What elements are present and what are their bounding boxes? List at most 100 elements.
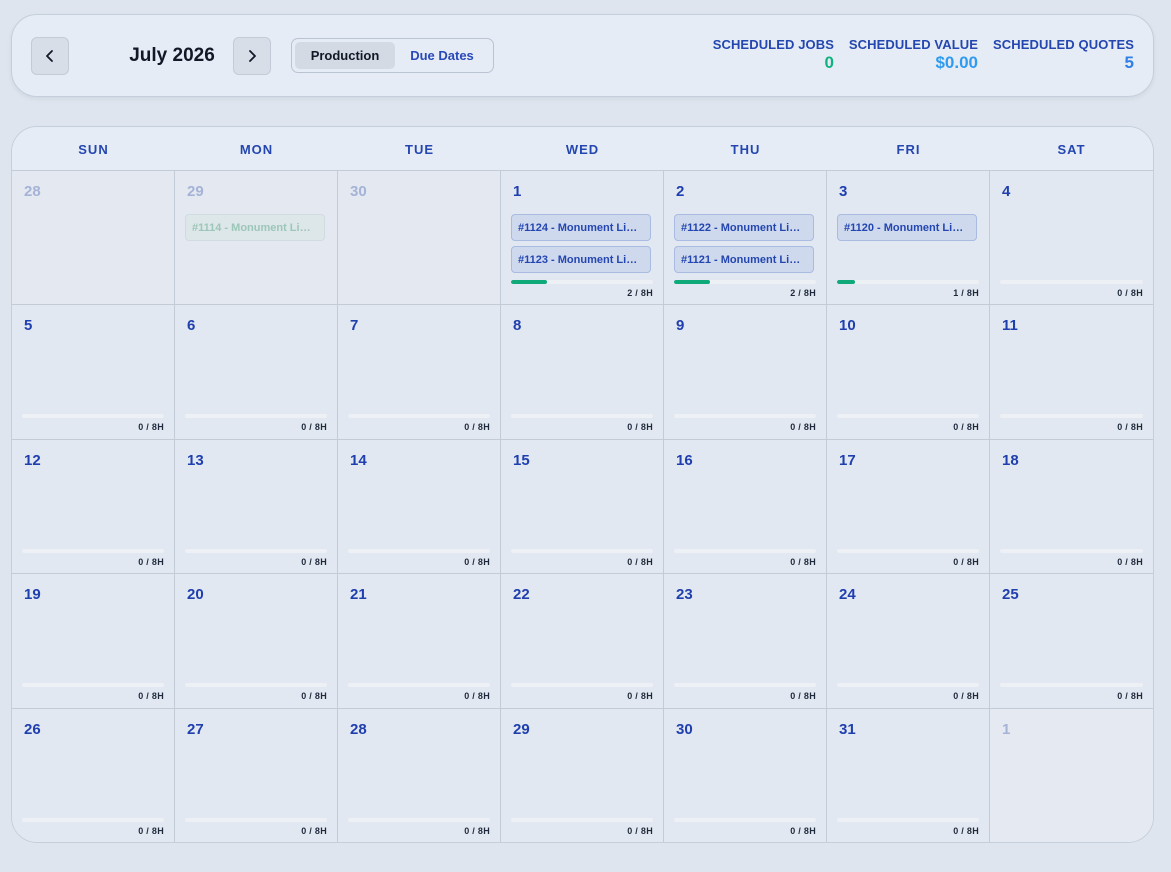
job-chip[interactable]: #1120 - Monument Limestone <box>837 214 977 241</box>
day-cell[interactable]: 14 0 / 8H <box>338 439 501 575</box>
day-cell[interactable]: 28 0 / 8H <box>338 708 501 842</box>
day-number: 30 <box>676 720 693 738</box>
stat-value: 5 <box>1124 53 1134 72</box>
day-cell[interactable]: 28 <box>12 171 175 306</box>
day-cell[interactable]: 1 #1124 - Monument Limestone #1123 - Monum… <box>501 171 664 306</box>
stat-label: SCHEDULED QUOTES <box>992 37 1134 52</box>
day-cell[interactable]: 16 0 / 8H <box>664 439 827 575</box>
day-cell[interactable]: 9 0 / 8H <box>664 305 827 440</box>
capacity-text: 0 / 8H <box>953 556 979 567</box>
next-month-button[interactable] <box>233 37 271 75</box>
job-chip-label: #1123 - Monument Limestone <box>518 253 644 266</box>
capacity-bar <box>185 548 327 553</box>
capacity-fill <box>837 280 855 284</box>
day-cell[interactable]: 12 0 / 8H <box>12 439 175 575</box>
day-cell[interactable]: 23 0 / 8H <box>664 574 827 709</box>
day-number: 3 <box>839 183 848 200</box>
day-cell[interactable]: 31 0 / 8H <box>827 708 990 842</box>
day-cell[interactable]: 3 #1120 - Monument Limestone 1 / 8H <box>827 171 990 306</box>
capacity-text: 0 / 8H <box>464 691 490 702</box>
day-cell[interactable]: 22 0 / 8H <box>501 574 664 709</box>
production-view-tab[interactable]: Production <box>295 42 395 69</box>
job-chip-label: #1114 - Monument Limestone <box>192 221 318 234</box>
day-cell[interactable]: 24 0 / 8H <box>827 574 990 709</box>
day-number: 23 <box>676 586 693 604</box>
day-cell[interactable]: 30 0 / 8H <box>664 708 827 842</box>
prev-month-button[interactable] <box>31 37 69 75</box>
day-cell[interactable]: 29 0 / 8H <box>501 708 664 842</box>
stat-scheduled-value: SCHEDULED VALUE $0.00 <box>849 37 978 73</box>
day-cell[interactable]: 20 0 / 8H <box>175 574 338 709</box>
job-chip[interactable]: #1124 - Monument Limestone <box>511 214 651 241</box>
day-number: 18 <box>1002 451 1019 469</box>
capacity-bar <box>674 817 816 822</box>
weekday-thu: THU <box>730 141 761 157</box>
capacity-bar <box>1000 280 1143 284</box>
capacity-bar <box>837 280 979 284</box>
weekday-sun: SUN <box>78 141 109 157</box>
job-chip[interactable]: #1121 - Monument Limestone <box>674 246 814 273</box>
capacity-text: 0 / 8H <box>138 556 164 567</box>
day-cell[interactable]: 30 <box>338 171 501 306</box>
day-cell[interactable]: 25 0 / 8H <box>990 574 1153 709</box>
job-chip-label: #1122 - Monument Limestone <box>681 221 807 234</box>
day-cell[interactable]: 27 0 / 8H <box>175 708 338 842</box>
capacity-bar <box>837 683 979 688</box>
day-cell[interactable]: 8 0 / 8H <box>501 305 664 440</box>
day-cell[interactable]: 29 #1114 - Monument Limestone <box>175 171 338 306</box>
weekday-tue: TUE <box>405 141 434 157</box>
job-chip[interactable]: #1123 - Monument Limestone <box>511 246 651 273</box>
day-cell[interactable]: 19 0 / 8H <box>12 574 175 709</box>
capacity-text: 0 / 8H <box>1117 691 1143 702</box>
weekday-sat: SAT <box>1057 141 1086 157</box>
day-number: 29 <box>187 183 204 200</box>
capacity-bar <box>1000 414 1143 419</box>
day-number: 4 <box>1002 183 1011 200</box>
capacity-text: 0 / 8H <box>790 825 816 836</box>
day-number: 29 <box>513 720 530 738</box>
day-number: 2 <box>676 183 685 200</box>
day-cell[interactable]: 4 0 / 8H <box>990 171 1153 306</box>
stat-scheduled-jobs: SCHEDULED JOBS 0 <box>713 37 834 73</box>
capacity-bar <box>185 817 327 822</box>
day-cell[interactable]: 5 0 / 8H <box>12 305 175 440</box>
day-number: 27 <box>187 720 204 738</box>
day-number: 17 <box>839 451 856 469</box>
capacity-text: 2 / 8H <box>790 288 816 298</box>
day-number: 24 <box>839 586 856 604</box>
capacity-bar <box>22 817 164 822</box>
day-cell[interactable]: 15 0 / 8H <box>501 439 664 575</box>
capacity-bar <box>511 683 653 688</box>
capacity-text: 0 / 8H <box>138 691 164 702</box>
day-cell[interactable]: 17 0 / 8H <box>827 439 990 575</box>
weekday-header: SUN MON TUE WED THU FRI SAT <box>12 127 1153 171</box>
stat-label: SCHEDULED VALUE <box>848 37 978 52</box>
day-cell[interactable]: 6 0 / 8H <box>175 305 338 440</box>
day-cell[interactable]: 21 0 / 8H <box>338 574 501 709</box>
job-chip[interactable]: #1114 - Monument Limestone <box>185 214 325 241</box>
due-dates-view-tab[interactable]: Due Dates <box>395 42 489 69</box>
day-number: 5 <box>24 317 33 335</box>
weekday-fri: FRI <box>896 141 921 157</box>
day-cell[interactable]: 7 0 / 8H <box>338 305 501 440</box>
day-number: 19 <box>24 586 41 604</box>
capacity-text: 0 / 8H <box>1117 422 1143 433</box>
capacity-fill <box>511 280 547 284</box>
day-cell[interactable]: 10 0 / 8H <box>827 305 990 440</box>
capacity-bar <box>511 817 653 822</box>
day-number: 6 <box>187 317 196 335</box>
day-cell[interactable]: 18 0 / 8H <box>990 439 1153 575</box>
day-number: 26 <box>24 720 41 738</box>
day-number: 1 <box>1002 720 1011 738</box>
day-cell[interactable]: 13 0 / 8H <box>175 439 338 575</box>
day-number: 10 <box>839 317 856 335</box>
day-cell[interactable]: 11 0 / 8H <box>990 305 1153 440</box>
day-cell[interactable]: 26 0 / 8H <box>12 708 175 842</box>
day-number: 31 <box>839 720 856 738</box>
day-cell[interactable]: 1 <box>990 708 1153 842</box>
day-cell[interactable]: 2 #1122 - Monument Limestone #1121 - Monum… <box>664 171 827 306</box>
job-chip[interactable]: #1122 - Monument Limestone <box>674 214 814 241</box>
capacity-text: 0 / 8H <box>1117 556 1143 567</box>
job-chip-label: #1120 - Monument Limestone <box>844 221 970 234</box>
capacity-text: 0 / 8H <box>627 691 653 702</box>
